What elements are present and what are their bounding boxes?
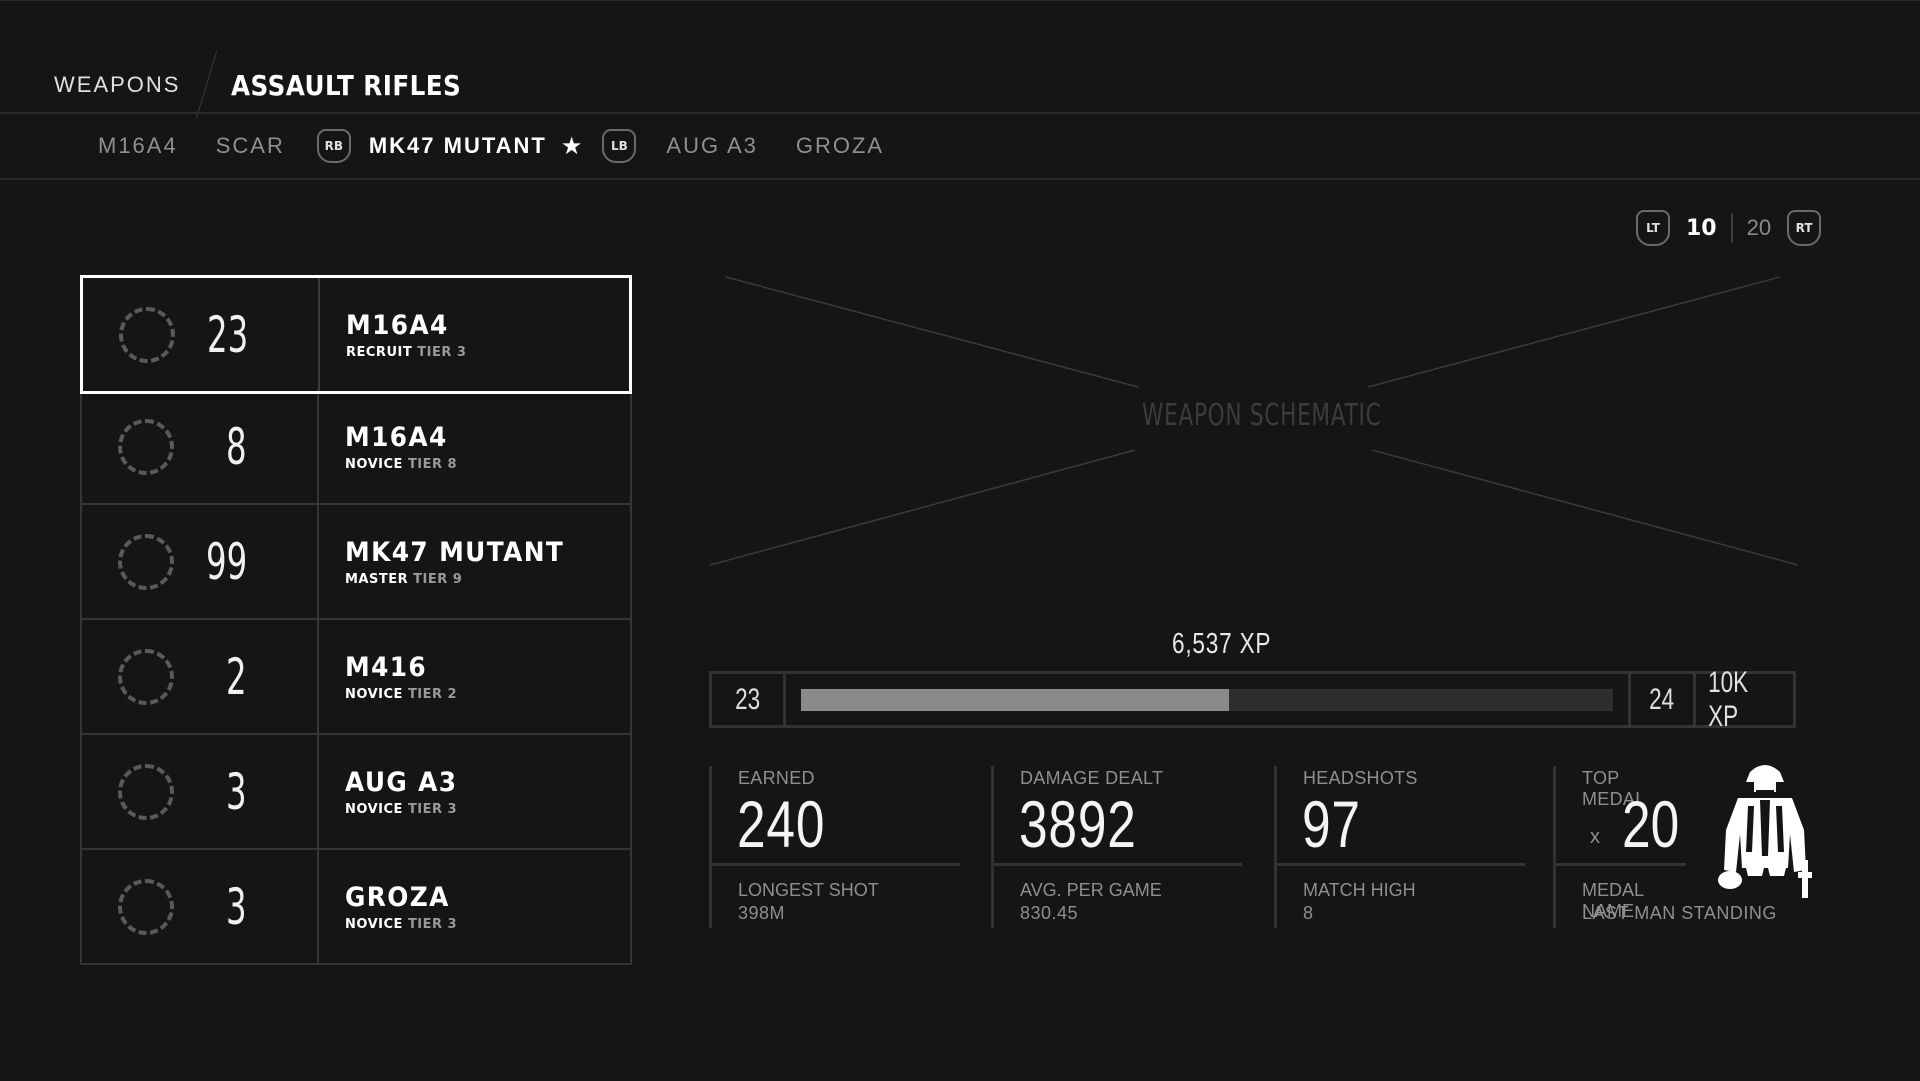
weapon-level: 99 [205,532,247,591]
weapon-rank: MASTER [345,571,409,587]
soldier-medal-icon [1718,765,1812,898]
page-selector: LT 10 20 RT [1636,210,1822,246]
xp-track [786,674,1628,725]
stat-sub-label: MATCH HIGH [1303,880,1416,900]
weapon-name: GROZA [345,881,450,913]
breadcrumb-parent[interactable]: WEAPONS [54,72,180,98]
weapon-tier: TIER 3 [407,916,458,932]
lb-button-hint[interactable]: LB [602,129,637,163]
rt-button-hint[interactable]: RT [1787,210,1822,246]
weapon-row[interactable]: 3 GROZA NOVICE TIER 3 [80,850,632,965]
xp-next-level: 24 [1649,682,1675,716]
tab-m16a4[interactable]: M16A4 [98,133,178,159]
weapon-level: 23 [206,305,248,364]
weapon-name: MK47 MUTANT [345,536,565,568]
weapon-name: M16A4 [345,421,448,453]
level-ring-icon [118,878,174,935]
stat-damage: DAMAGE DEALT 3892 AVG. PER GAME 830.45 [991,766,1242,928]
rb-button-hint[interactable]: RB [316,129,351,163]
medal-multiplier: x [1590,826,1600,848]
level-ring-icon [118,418,174,475]
stat-value: 3892 [1019,787,1137,861]
weapon-row[interactable]: 8 M16A4 NOVICE TIER 8 [80,390,632,505]
stat-sub-value: 830.45 [1020,903,1079,923]
stat-value: 20 [1622,787,1680,861]
weapon-rank: NOVICE [345,456,403,472]
weapon-row[interactable]: 23 M16A4 RECRUIT TIER 3 [80,275,632,394]
weapon-tier: TIER 9 [413,571,463,587]
level-ring-icon [118,763,174,820]
page-other[interactable]: 20 [1747,215,1771,241]
stat-sub-value: 398M [738,903,786,923]
breadcrumb-separator [196,51,218,119]
breadcrumb: WEAPONS ASSAULT RIFLES [54,51,493,119]
stat-value: 240 [737,787,826,861]
level-ring-icon [118,648,174,705]
tabs-divider [0,178,1920,180]
stat-sub-value: 8 [1303,903,1314,923]
weapon-name: M416 [345,651,428,683]
weapon-row[interactable]: 99 MK47 MUTANT MASTER TIER 9 [80,505,632,620]
level-ring-icon [118,533,174,590]
weapon-tabs: M16A4 SCAR RB MK47 MUTANT ★ LB AUG A3 GR… [98,128,922,164]
weapon-level: 8 [226,417,247,476]
stat-top-medal: TOP MEDAL x 20 MEDAL NAME LAST MAN STAND… [1553,766,1776,928]
tab-aug-a3[interactable]: AUG A3 [666,133,757,159]
header-divider [0,112,1920,114]
xp-current-level: 23 [734,682,761,716]
stat-value: 97 [1302,787,1361,861]
weapon-rank: NOVICE [345,801,403,817]
tab-scar[interactable]: SCAR [216,133,285,159]
tab-mk47-mutant[interactable]: MK47 MUTANT [369,133,547,159]
stat-sub-label: LONGEST SHOT [738,880,879,900]
tab-groza[interactable]: GROZA [796,133,884,159]
weapon-name: M16A4 [346,309,449,341]
weapon-tier: TIER 2 [407,686,458,702]
xp-fill [801,689,1229,711]
stat-earned: EARNED 240 LONGEST SHOT 398M [709,766,960,928]
page-title: ASSAULT RIFLES [231,68,462,102]
weapon-rank: NOVICE [345,686,403,702]
weapon-rank: RECRUIT [346,344,413,360]
weapon-name: AUG A3 [345,766,458,798]
weapon-tier: TIER 3 [417,344,467,360]
weapon-level: 2 [226,647,247,706]
level-ring-icon [119,306,175,363]
xp-progress-bar: 23 24 10K XP [709,666,1796,733]
top-border [0,0,1920,1]
xp-goal: 10K XP [1708,665,1749,733]
stat-sub-label: AVG. PER GAME [1020,880,1162,900]
weapon-rank: NOVICE [345,916,403,932]
star-icon: ★ [560,132,583,160]
schematic-label: WEAPON SCHEMATIC [1142,398,1382,433]
weapon-row[interactable]: 2 M416 NOVICE TIER 2 [80,620,632,735]
page-divider [1730,213,1733,243]
weapon-level: 3 [226,877,247,936]
lt-button-hint[interactable]: LT [1636,210,1670,246]
weapon-list: 23 M16A4 RECRUIT TIER 3 8 M16A4 NOVICE TIE… [80,275,632,965]
weapon-tier: TIER 8 [407,456,458,472]
page-current[interactable]: 10 [1686,216,1717,241]
stat-headshots: HEADSHOTS 97 MATCH HIGH 8 [1274,766,1525,928]
weapon-tier: TIER 3 [407,801,458,817]
weapon-row[interactable]: 3 AUG A3 NOVICE TIER 3 [80,735,632,850]
weapon-level: 3 [226,762,247,821]
xp-total: 6,537 XP [1172,628,1272,660]
